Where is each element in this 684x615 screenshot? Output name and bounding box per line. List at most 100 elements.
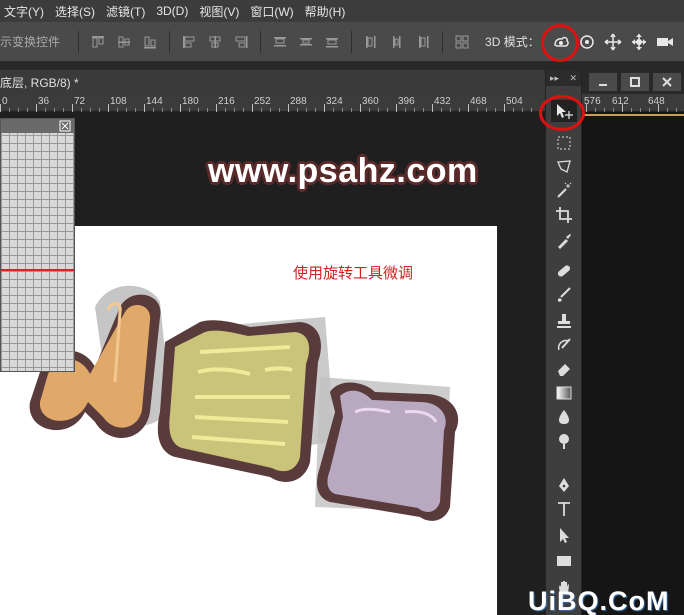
stamp-icon xyxy=(557,314,571,328)
separator xyxy=(78,30,80,53)
lasso-icon xyxy=(557,160,571,173)
separator xyxy=(169,30,171,53)
blur-icon xyxy=(559,410,569,424)
show-transform-controls-label[interactable]: 示变换控件 xyxy=(0,33,60,50)
ruler-tick-label: 288 xyxy=(290,96,307,107)
grid-panel-header[interactable] xyxy=(1,119,74,133)
ruler-tick-label: 108 xyxy=(110,96,127,107)
eyedropper-tool[interactable] xyxy=(551,230,577,252)
lasso-tool[interactable] xyxy=(551,156,577,178)
3d-mode-label: 3D 模式： xyxy=(485,35,540,49)
pen-icon xyxy=(559,478,569,492)
ruler-tick-label: 0 xyxy=(2,96,8,107)
ruler-tick-label: 180 xyxy=(182,96,199,107)
gradient-tool[interactable] xyxy=(551,382,577,404)
magic-wand-tool[interactable] xyxy=(551,180,577,202)
ruler-tick-label: 648 xyxy=(648,96,665,107)
3d-ground-grid-panel[interactable] xyxy=(0,118,75,372)
separator xyxy=(260,30,262,53)
maximize-button[interactable] xyxy=(620,72,650,92)
distribute-left-icon[interactable] xyxy=(360,31,382,53)
healing-brush-tool[interactable] xyxy=(551,260,577,282)
minimize-button[interactable] xyxy=(588,72,618,92)
3d-slide-icon[interactable] xyxy=(628,31,650,53)
shape-tool[interactable] xyxy=(551,550,577,572)
marquee-tool[interactable] xyxy=(551,132,577,154)
menu-3d[interactable]: 3D(D) xyxy=(152,4,195,18)
distribute-hcenter-icon[interactable] xyxy=(386,31,408,53)
menu-select[interactable]: 选择(S) xyxy=(51,3,102,20)
ruler-tick-label: 468 xyxy=(470,96,487,107)
align-bottom-icon[interactable] xyxy=(139,31,161,53)
type-tool[interactable] xyxy=(551,498,577,520)
dodge-tool[interactable] xyxy=(551,430,577,452)
3d-roll-icon[interactable] xyxy=(576,31,598,53)
align-left-icon[interactable] xyxy=(178,31,200,53)
menu-type[interactable]: 文字(Y) xyxy=(0,3,51,20)
crop-icon xyxy=(556,207,572,223)
brush-icon xyxy=(557,287,571,302)
window-controls xyxy=(588,72,684,92)
watermark-text: www.psahz.com xyxy=(208,152,478,190)
menu-help[interactable]: 帮助(H) xyxy=(301,3,353,20)
eraser-icon xyxy=(558,364,570,376)
ruler-tick-label: 504 xyxy=(506,96,523,107)
site-logo: UiBQ.CoM xyxy=(528,586,670,615)
ruler-tick-label: 360 xyxy=(362,96,379,107)
gradient-icon xyxy=(556,386,572,400)
align-top-icon[interactable] xyxy=(87,31,109,53)
ruler-tick-label: 396 xyxy=(398,96,415,107)
distribute-vcenter-icon[interactable] xyxy=(295,31,317,53)
ruler-tick-label: 252 xyxy=(254,96,271,107)
blur-tool[interactable] xyxy=(551,406,577,428)
distribute-bottom-icon[interactable] xyxy=(321,31,343,53)
document-tab-bar: 底层, RGB/8) * xyxy=(0,70,545,94)
document-border xyxy=(582,114,684,116)
menu-window[interactable]: 窗口(W) xyxy=(246,3,300,20)
document-tab-title[interactable]: 底层, RGB/8) * xyxy=(0,74,79,91)
menu-bar: 文字(Y) 选择(S) 滤镜(T) 3D(D) 视图(V) 窗口(W) 帮助(H… xyxy=(0,0,684,22)
ruler-tick-label: 36 xyxy=(38,96,50,107)
options-bar: 示变换控件 3D 模式： xyxy=(0,22,684,62)
align-right-icon[interactable] xyxy=(230,31,252,53)
brush-tool[interactable] xyxy=(551,284,577,306)
pen-tool[interactable] xyxy=(551,474,577,496)
right-panel-area xyxy=(582,112,684,615)
rectangle-icon xyxy=(557,556,571,566)
horizontal-ruler: 0 36 72 108 144 180 216 252 288 324 360 … xyxy=(0,94,545,112)
align-vcenter-icon[interactable] xyxy=(113,31,135,53)
ruler-tick-label: 72 xyxy=(74,96,86,107)
highlight-3d-mode xyxy=(541,24,579,62)
separator xyxy=(442,30,444,53)
dodge-icon xyxy=(559,434,569,449)
expand-icon[interactable] xyxy=(59,120,71,132)
close-icon[interactable]: ✕ xyxy=(569,73,577,84)
align-hcenter-icon[interactable] xyxy=(204,31,226,53)
highlight-move-tool xyxy=(539,95,585,131)
close-button[interactable] xyxy=(652,72,682,92)
ruler-tick-label: 324 xyxy=(326,96,343,107)
separator xyxy=(351,30,353,53)
menu-view[interactable]: 视图(V) xyxy=(195,3,246,20)
history-brush-tool[interactable] xyxy=(551,334,577,356)
path-selection-icon xyxy=(560,528,569,543)
ruler-tick-label: 216 xyxy=(218,96,235,107)
menu-filter[interactable]: 滤镜(T) xyxy=(102,3,152,20)
distribute-right-icon[interactable] xyxy=(412,31,434,53)
collapse-icon[interactable]: ▸▸ xyxy=(550,73,559,84)
clone-stamp-tool[interactable] xyxy=(551,310,577,332)
ruler-tick-label: 432 xyxy=(434,96,451,107)
eraser-tool[interactable] xyxy=(551,358,577,380)
ruler-tick-label: 612 xyxy=(612,96,629,107)
bandage-icon xyxy=(557,265,571,277)
auto-align-icon[interactable] xyxy=(451,31,473,53)
tools-panel: ▸▸ ✕ xyxy=(545,70,582,615)
ruler-tick-label: 144 xyxy=(146,96,163,107)
magic-wand-icon xyxy=(557,182,572,198)
path-selection-tool[interactable] xyxy=(551,524,577,546)
marquee-icon xyxy=(557,136,571,150)
3d-camera-icon[interactable] xyxy=(654,31,676,53)
crop-tool[interactable] xyxy=(551,204,577,226)
3d-pan-icon[interactable] xyxy=(602,31,624,53)
distribute-top-icon[interactable] xyxy=(269,31,291,53)
